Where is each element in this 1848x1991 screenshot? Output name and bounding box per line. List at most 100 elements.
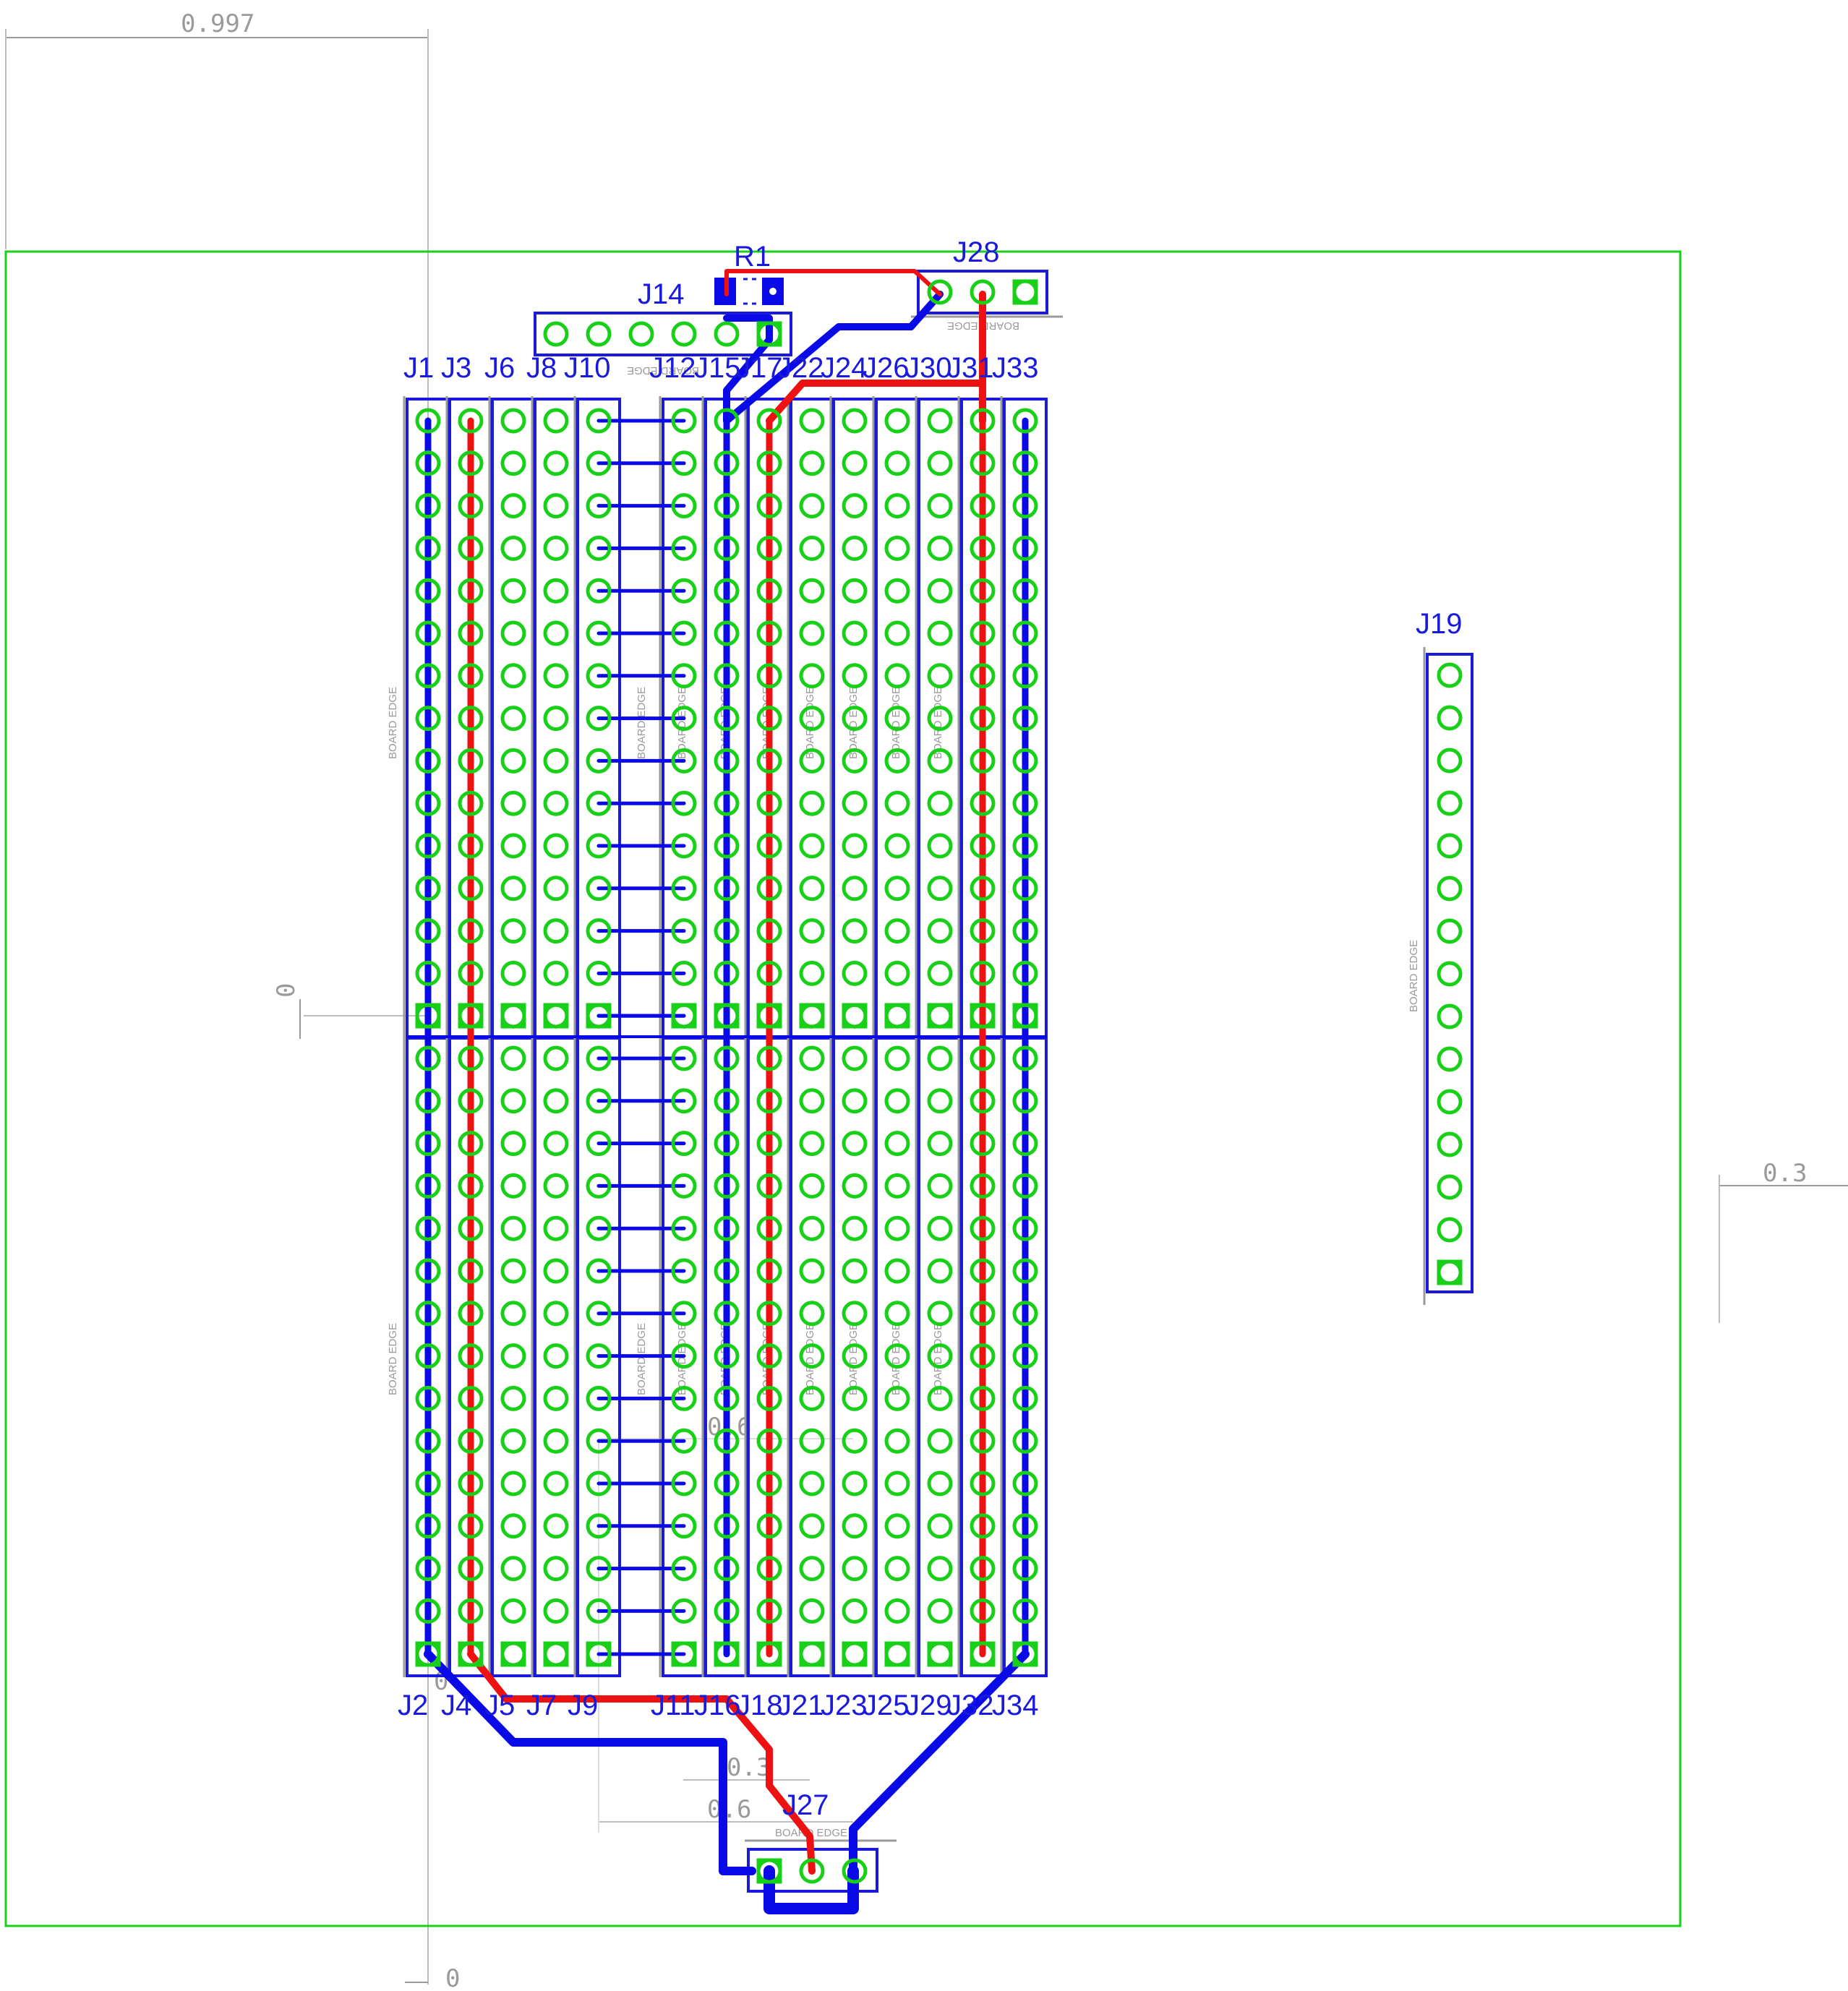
grid-pad-bottom-square-10 [884, 1641, 910, 1667]
grid-pad-top-8-3 [799, 535, 825, 561]
j28-pad-3 [1012, 279, 1038, 305]
width-dimension-text: 0.997 [181, 9, 254, 38]
grid-pad-bottom-8-2 [799, 1131, 825, 1157]
grid-pad-top-3-3 [543, 535, 569, 561]
grid-pad-bottom-square-3 [543, 1641, 569, 1667]
grid-pad-bottom-11-12 [927, 1556, 953, 1582]
column-label-top-3: J8 [526, 352, 557, 384]
grid-pad-bottom-3-5 [543, 1258, 569, 1284]
column-label-bottom-3: J7 [526, 1690, 557, 1721]
column-label-bottom-6: J16 [694, 1690, 741, 1721]
grid-pad-top-2-13 [500, 960, 526, 986]
grid-pad-bottom-11-2 [927, 1131, 953, 1157]
j19-pad-11 [1437, 1131, 1463, 1157]
grid-pad-bottom-8-12 [799, 1556, 825, 1582]
grid-pad-top-square-8 [799, 1003, 825, 1029]
column-label-top-0: J1 [403, 352, 434, 384]
grid-pad-top-square-11 [927, 1003, 953, 1029]
blue-gnd-route [424, 1650, 756, 1875]
grid-pad-bottom-10-12 [884, 1556, 910, 1582]
grid-pad-top-2-3 [500, 535, 526, 561]
grid-pad-bottom-3-2 [543, 1131, 569, 1157]
grid-pad-bottom-11-3 [927, 1173, 953, 1199]
grid-pad-bottom-10-3 [884, 1173, 910, 1199]
grid-pad-bottom-10-4 [884, 1215, 910, 1241]
board-edge-text-top-1: BOARD EDGE [636, 687, 648, 759]
grid-pad-bottom-2-3 [500, 1173, 526, 1199]
grid-pad-bottom-2-8 [500, 1385, 526, 1411]
column-label-bottom-8: J21 [777, 1690, 824, 1721]
blue-vcc-route [849, 1650, 1030, 1875]
grid-pad-top-9-13 [842, 960, 868, 986]
grid-pad-top-8-13 [799, 960, 825, 986]
grid-pad-bottom-2-12 [500, 1556, 526, 1582]
grid-pad-top-10-2 [884, 493, 910, 519]
grid-pad-top-8-4 [799, 578, 825, 604]
grid-pad-top-10-11 [884, 875, 910, 902]
grid-pad-top-3-5 [543, 620, 569, 646]
column-label-bottom-0: J2 [398, 1690, 428, 1721]
grid-pad-bottom-9-11 [842, 1513, 868, 1539]
grid-pad-top-9-5 [842, 620, 868, 646]
grid-pad-top-2-9 [500, 790, 526, 816]
grid-pad-top-square-2 [500, 1003, 526, 1029]
grid-pad-bottom-8-10 [799, 1470, 825, 1497]
column-label-bottom-13: J34 [992, 1690, 1039, 1721]
grid-pad-top-10-3 [884, 535, 910, 561]
grid-pad-top-8-10 [799, 833, 825, 859]
grid-pad-top-2-4 [500, 578, 526, 604]
column-label-bottom-2: J5 [484, 1690, 515, 1721]
grid-pad-top-3-6 [543, 663, 569, 689]
j27-label: J27 [782, 1789, 829, 1821]
grid-pad-bottom-2-9 [500, 1428, 526, 1454]
board-edge-text-top-8: BOARD EDGE [932, 687, 944, 759]
grid-pad-top-8-1 [799, 450, 825, 476]
j19-pad-8 [1437, 1003, 1463, 1029]
grid-pad-top-10-0 [884, 408, 910, 434]
grid-pad-top-8-11 [799, 875, 825, 902]
grid-pad-top-square-3 [543, 1003, 569, 1029]
j19-pad-6 [1437, 918, 1463, 944]
grid-pad-top-11-2 [927, 493, 953, 519]
column-label-top-6: J15 [694, 352, 741, 384]
column-label-bottom-10: J25 [863, 1690, 910, 1721]
grid-pad-top-8-6 [799, 663, 825, 689]
grid-pad-top-10-10 [884, 833, 910, 859]
grid-pad-bottom-9-1 [842, 1088, 868, 1114]
j14-pad-0 [543, 321, 569, 347]
grid-pad-top-3-7 [543, 706, 569, 732]
grid-pad-top-11-6 [927, 663, 953, 689]
grid-pad-bottom-11-4 [927, 1215, 953, 1241]
grid-pad-top-2-5 [500, 620, 526, 646]
grid-pad-bottom-2-2 [500, 1131, 526, 1157]
grid-pad-top-3-10 [543, 833, 569, 859]
j19-pad-square [1437, 1259, 1463, 1285]
grid-pad-bottom-11-10 [927, 1470, 953, 1497]
grid-pad-bottom-11-0 [927, 1045, 953, 1071]
red-r1-route [724, 269, 942, 296]
grid-pad-bottom-8-9 [799, 1428, 825, 1454]
grid-pad-bottom-square-9 [842, 1641, 868, 1667]
spacing-a-dimension-text: 0.3 [727, 1753, 771, 1782]
grid-pad-top-10-1 [884, 450, 910, 476]
grid-pad-bottom-2-0 [500, 1045, 526, 1071]
column-label-top-9: J24 [821, 352, 868, 384]
grid-pad-top-9-1 [842, 450, 868, 476]
grid-pad-top-10-9 [884, 790, 910, 816]
column-label-top-7: J17 [736, 352, 783, 384]
grid-pad-bottom-square-2 [500, 1641, 526, 1667]
j19-pad-5 [1437, 875, 1463, 902]
grid-pad-bottom-3-10 [543, 1470, 569, 1497]
grid-pad-bottom-9-5 [842, 1258, 868, 1284]
grid-pad-bottom-2-10 [500, 1470, 526, 1497]
column-label-top-4: J10 [564, 352, 611, 384]
j19-pad-10 [1437, 1089, 1463, 1115]
j19-pad-9 [1437, 1046, 1463, 1072]
grid-pad-top-11-13 [927, 960, 953, 986]
grid-pad-top-11-11 [927, 875, 953, 902]
grid-pad-top-2-10 [500, 833, 526, 859]
grid-pad-bottom-8-0 [799, 1045, 825, 1071]
j19-label: J19 [1416, 608, 1463, 640]
j19-pad-4 [1437, 833, 1463, 859]
grid-pad-top-11-3 [927, 535, 953, 561]
